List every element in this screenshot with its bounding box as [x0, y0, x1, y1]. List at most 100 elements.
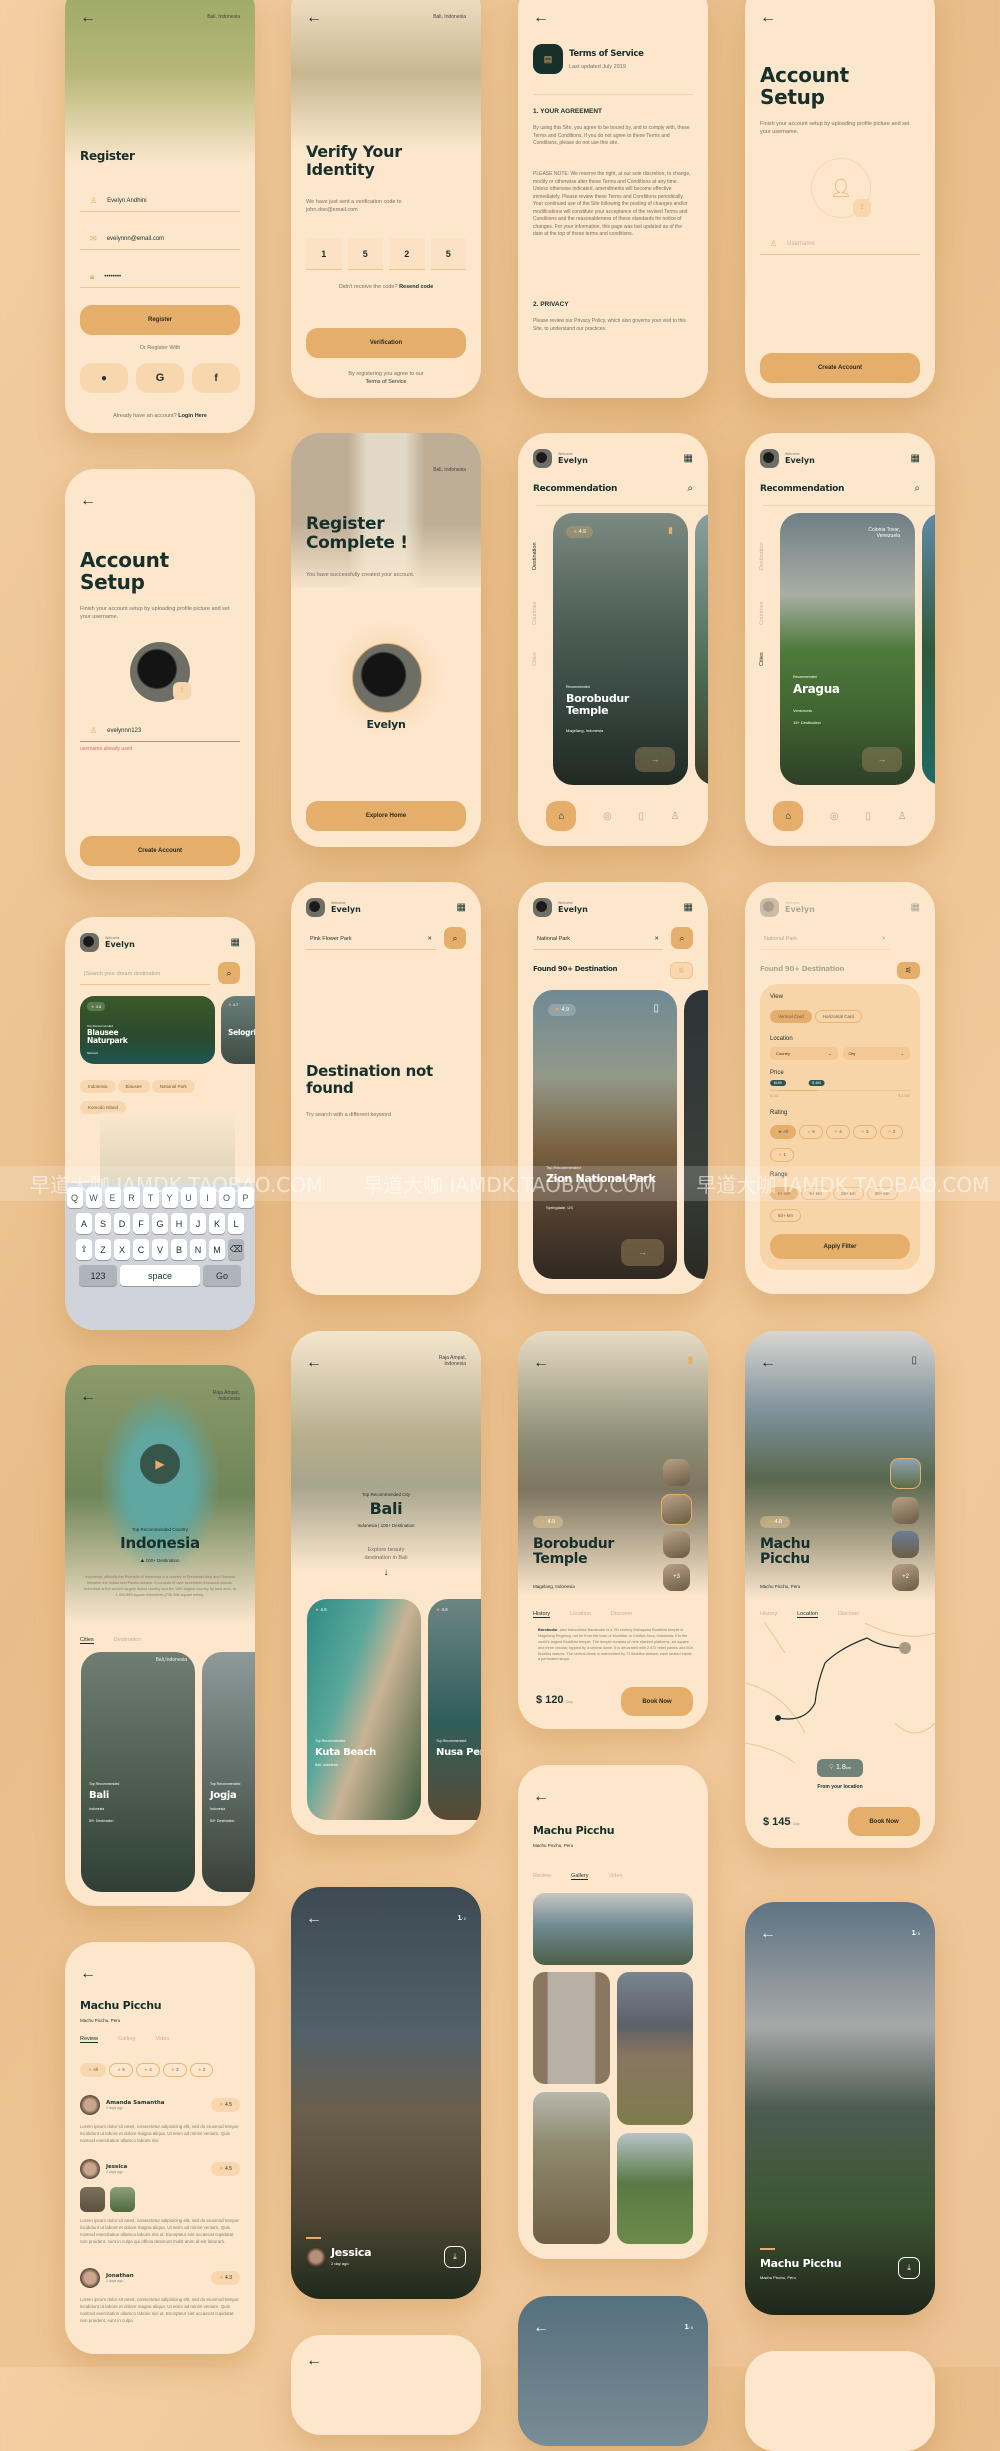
tab-discover[interactable]: Discover: [611, 1611, 632, 1618]
city-card[interactable]: Colonia Tovar, Venezuela Recommended Ara…: [780, 513, 915, 785]
city-select[interactable]: City ⌄: [842, 1047, 910, 1060]
key-d[interactable]: D: [114, 1213, 130, 1234]
gallery-thumbnail[interactable]: [890, 1458, 921, 1489]
gallery-thumbnail[interactable]: [892, 1531, 919, 1558]
key-space[interactable]: space: [120, 1265, 200, 1286]
price-low-handle[interactable]: $150: [769, 1080, 786, 1086]
bookmark-icon[interactable]: ▯: [911, 1355, 917, 1366]
bookmark-icon[interactable]: ▯: [653, 1003, 659, 1014]
destination-card[interactable]: ★ 4.9 Top Recommended Nusa Penida: [428, 1599, 481, 1820]
key-z[interactable]: Z: [95, 1239, 111, 1260]
tab-countries[interactable]: Countries: [532, 601, 538, 625]
destination-card[interactable]: ★ 4.8 Top Recommended Blausee Naturpark …: [80, 996, 215, 1064]
nav-profile-icon[interactable]: ♙: [671, 811, 680, 822]
tab-gallery[interactable]: Gallery: [571, 1873, 589, 1880]
back-arrow-icon[interactable]: ←: [533, 1355, 549, 1371]
avatar[interactable]: [533, 897, 552, 917]
city-card[interactable]: Top Recommended Jogja Indonesia 50+ Dest…: [202, 1652, 255, 1892]
terms-link[interactable]: Terms of Service: [291, 378, 481, 386]
tab-history[interactable]: History: [760, 1611, 777, 1618]
tab-location[interactable]: Location: [797, 1611, 818, 1618]
filter-button[interactable]: ⚟: [670, 962, 693, 979]
code-input[interactable]: 1 5 2 5: [306, 238, 466, 270]
download-button[interactable]: ⤓: [444, 2246, 466, 2268]
upload-icon[interactable]: ⇪: [853, 199, 871, 217]
chip[interactable]: Indonesia: [80, 1080, 116, 1093]
avatar[interactable]: [80, 932, 99, 952]
back-arrow-icon[interactable]: ←: [80, 1966, 96, 1982]
back-arrow-icon[interactable]: ←: [306, 1911, 322, 1927]
search-input[interactable]: Pink Flower Park ✕: [306, 928, 436, 950]
tab-video[interactable]: Video: [608, 1873, 622, 1880]
avatar[interactable]: [533, 448, 552, 468]
key-k[interactable]: K: [209, 1213, 225, 1234]
gallery-thumbnail[interactable]: [663, 1459, 690, 1486]
gallery-photo[interactable]: [533, 1893, 693, 1965]
arrow-right-button[interactable]: →: [621, 1239, 664, 1266]
review-photo[interactable]: [80, 2187, 105, 2212]
create-account-button[interactable]: Create Account: [80, 836, 240, 866]
key-a[interactable]: A: [76, 1213, 92, 1234]
destination-card[interactable]: [684, 990, 708, 1279]
gallery-photo[interactable]: [533, 2092, 610, 2244]
tab-video[interactable]: Video: [155, 2036, 169, 2043]
back-arrow-icon[interactable]: ←: [533, 1789, 549, 1805]
filter-4[interactable]: ★ 4: [135, 2063, 160, 2077]
apple-login-button[interactable]: ●: [80, 363, 128, 393]
code-digit[interactable]: 5: [430, 238, 466, 270]
search-input[interactable]: |Search your dream destination: [80, 963, 210, 985]
filter-2[interactable]: ★ 2: [189, 2063, 214, 2077]
book-now-button[interactable]: Book Now: [621, 1687, 693, 1716]
search-button[interactable]: ⌕: [671, 927, 693, 949]
tab-destination[interactable]: Destination: [759, 542, 765, 570]
destination-card[interactable]: ★ 4.7 Selogriyo Temple: [221, 996, 255, 1064]
nav-home[interactable]: ⌂: [546, 801, 577, 831]
nav-bookmark-icon[interactable]: ▯: [865, 811, 871, 822]
play-video-button[interactable]: ▶: [140, 1444, 180, 1484]
filter-3[interactable]: ★ 3: [162, 2063, 187, 2077]
nav-bookmark-icon[interactable]: ▯: [638, 811, 644, 822]
explore-home-button[interactable]: Explore Home: [306, 801, 466, 831]
city-card[interactable]: Bali,Indonesia Top Recommended Bali Indo…: [81, 1652, 195, 1892]
back-arrow-icon[interactable]: ←: [533, 10, 549, 26]
tab-gallery[interactable]: Gallery: [118, 2036, 135, 2043]
email-field[interactable]: ✉ evelynnn@email.com: [80, 228, 240, 250]
rating-3[interactable]: ★ 3: [852, 1125, 877, 1139]
key-go[interactable]: Go: [203, 1265, 241, 1286]
key-⇧[interactable]: ⇧: [76, 1239, 92, 1260]
key-g[interactable]: G: [152, 1213, 168, 1234]
gallery-thumbnail[interactable]: [661, 1494, 692, 1525]
rating-4[interactable]: ★ 4: [825, 1125, 850, 1139]
avatar[interactable]: [306, 897, 325, 917]
login-link[interactable]: Login Here: [178, 413, 207, 419]
more-photos[interactable]: +3: [663, 1564, 690, 1591]
gallery-thumbnail[interactable]: [663, 1531, 690, 1558]
chip[interactable]: Blausee: [117, 1080, 150, 1093]
filter-5[interactable]: ★ 5: [109, 2063, 133, 2077]
bookmark-icon[interactable]: ▮: [687, 1355, 693, 1366]
back-arrow-icon[interactable]: ←: [306, 10, 322, 26]
code-digit[interactable]: 5: [347, 238, 383, 270]
grid-menu-icon[interactable]: ▦: [684, 902, 693, 913]
key-h[interactable]: H: [171, 1213, 187, 1234]
rating-1[interactable]: ★ 1: [770, 1148, 794, 1162]
route-map[interactable]: [745, 1623, 935, 1763]
price-slider[interactable]: $150 $ 400 $ 100 $ 1.000: [769, 1080, 910, 1102]
view-vertical[interactable]: Vertical Card: [770, 1010, 812, 1023]
nav-explore-compass-icon[interactable]: ◎: [830, 811, 839, 822]
avatar[interactable]: [760, 448, 779, 468]
range-option[interactable]: 50+ km: [770, 1209, 801, 1222]
tab-cities[interactable]: Cities: [532, 652, 538, 666]
back-arrow-icon[interactable]: ←: [760, 10, 776, 26]
back-arrow-icon[interactable]: ←: [306, 1355, 322, 1371]
key-n[interactable]: N: [190, 1239, 206, 1260]
search-button[interactable]: ⌕: [218, 962, 240, 984]
tab-history[interactable]: History: [533, 1611, 551, 1618]
back-arrow-icon[interactable]: ←: [533, 2320, 549, 2336]
search-icon[interactable]: ⌕: [914, 483, 920, 494]
destination-card[interactable]: ★ 4.9 Top Recommended Kuta Beach Bali, I…: [307, 1599, 421, 1820]
rating-5[interactable]: ★ 5: [799, 1125, 823, 1139]
resend-code-link[interactable]: Resend code: [399, 284, 433, 290]
filter-all[interactable]: ★ All: [80, 2063, 107, 2077]
search-button[interactable]: ⌕: [444, 927, 466, 949]
